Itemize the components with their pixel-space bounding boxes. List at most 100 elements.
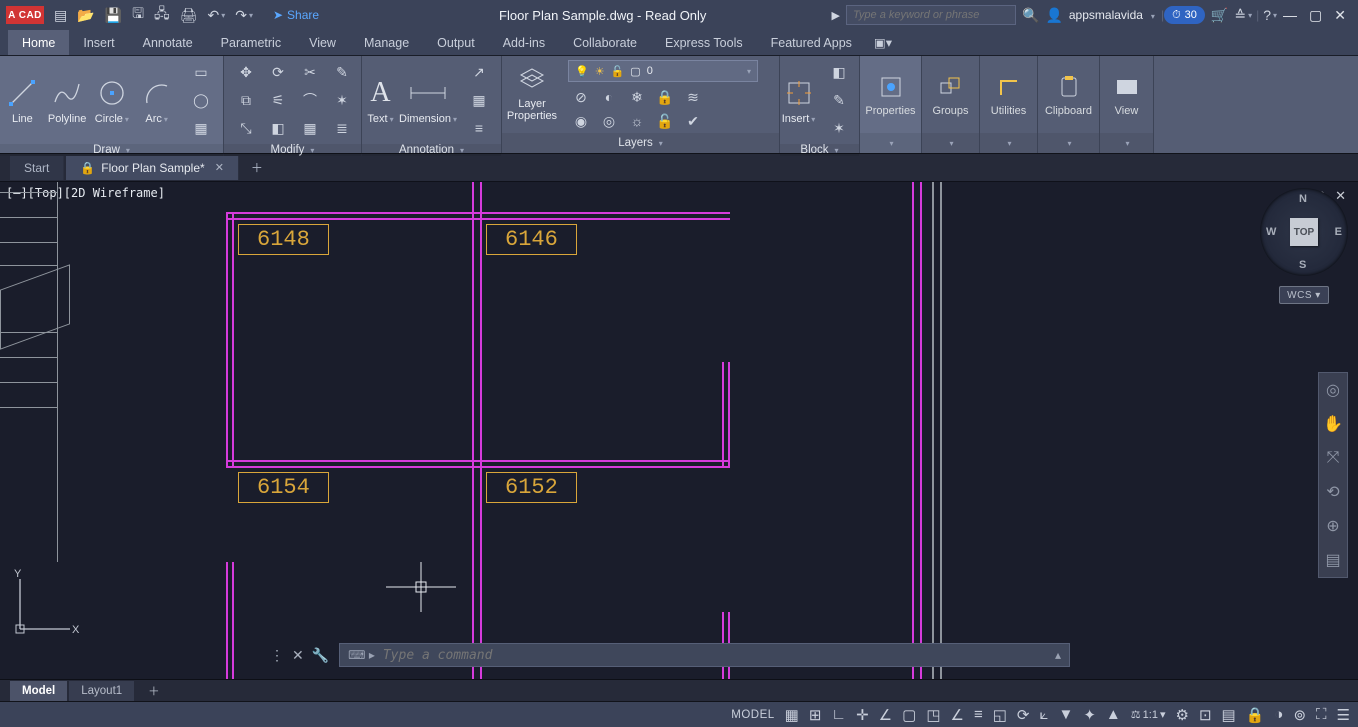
layiso-icon[interactable]: ◐ <box>596 86 622 108</box>
workspace-icon[interactable]: ⚙ <box>1175 706 1188 724</box>
tab-featured[interactable]: Featured Apps <box>757 30 866 55</box>
transparency-icon[interactable]: ◱ <box>993 706 1007 724</box>
laymch-icon[interactable]: ≋ <box>680 86 706 108</box>
lineweight-icon[interactable]: ≡ <box>974 706 983 723</box>
polyline-button[interactable]: Polyline <box>45 75 90 125</box>
viewcube-s[interactable]: S <box>1299 259 1306 271</box>
layulk-icon[interactable]: 🔓 <box>652 110 678 132</box>
cleanscreen-icon[interactable]: ⛶ <box>1316 706 1327 723</box>
ellipse-icon[interactable]: ◯ <box>187 88 215 112</box>
polar-toggle-icon[interactable]: ✛ <box>856 706 869 724</box>
app-menu-button[interactable]: A CAD <box>6 6 44 24</box>
help-search-input[interactable] <box>846 5 1016 25</box>
viewcube-face[interactable]: TOP <box>1290 218 1318 246</box>
layers-expand-icon[interactable] <box>657 137 663 149</box>
saveas-icon[interactable]: 🖫 <box>132 3 144 27</box>
isodraft-icon[interactable]: ∠ <box>879 706 892 724</box>
redo-icon[interactable]: ↷ <box>235 7 253 24</box>
viewcube[interactable]: N S E W TOP <box>1260 188 1348 276</box>
layuniso-icon[interactable]: ◎ <box>596 110 622 132</box>
share-button[interactable]: ➤ Share <box>273 8 319 22</box>
circle-button[interactable]: Circle <box>90 75 135 125</box>
model-space-toggle[interactable]: MODEL <box>731 709 774 721</box>
tab-addins[interactable]: Add-ins <box>489 30 559 55</box>
laycur-icon[interactable]: ✔ <box>680 110 706 132</box>
tab-manage[interactable]: Manage <box>350 30 423 55</box>
modify-expand-icon[interactable] <box>308 144 314 156</box>
panel-utilities[interactable]: Utilities <box>980 56 1038 153</box>
new-layout-button[interactable]: ＋ <box>136 681 172 701</box>
edit-block-icon[interactable]: ✎ <box>825 88 853 112</box>
viewcube-n[interactable]: N <box>1299 193 1307 205</box>
draw-expand-icon[interactable] <box>124 144 130 156</box>
orbit-icon[interactable]: ⟲ <box>1319 475 1347 509</box>
steering-wheel-icon[interactable]: ◎ <box>1319 373 1347 407</box>
tab-express[interactable]: Express Tools <box>651 30 757 55</box>
cmd-handle-icon[interactable]: ⋮ <box>270 647 284 664</box>
cmd-customize-icon[interactable]: 🔧 <box>312 647 329 664</box>
nav-options-icon[interactable]: ▤ <box>1319 543 1347 577</box>
rectangle-icon[interactable]: ▭ <box>187 60 215 84</box>
line-button[interactable]: Line <box>0 75 45 125</box>
explode-icon[interactable]: ✶ <box>328 88 356 112</box>
viewcube-w[interactable]: W <box>1266 226 1276 238</box>
lockui-icon[interactable]: 🔒 <box>1246 706 1265 724</box>
panel-properties[interactable]: Properties <box>860 56 922 153</box>
layoff-icon[interactable]: ⊘ <box>568 86 594 108</box>
showmotion-icon[interactable]: ⊕ <box>1319 509 1347 543</box>
laylck-icon[interactable]: 🔒 <box>652 86 678 108</box>
hatch-icon[interactable]: ▦ <box>187 116 215 140</box>
panel-view[interactable]: View <box>1100 56 1154 153</box>
properties-expand-icon[interactable] <box>887 137 893 149</box>
plot-icon[interactable]: 🖨 <box>180 7 198 24</box>
cmd-recent-icon[interactable]: ▴ <box>1055 648 1061 662</box>
canvas[interactable]: 6148 6146 6154 6152 <box>0 182 1358 679</box>
utilities-expand-icon[interactable] <box>1005 137 1011 149</box>
insert-block-button[interactable]: Insert <box>780 75 817 125</box>
layer-dropdown-icon[interactable] <box>745 65 751 77</box>
web-mobile-icon[interactable]: 🖧 <box>154 3 170 27</box>
tab-start[interactable]: Start <box>10 156 64 180</box>
otrack-icon[interactable]: ∠ <box>951 706 964 724</box>
wcs-selector[interactable]: WCS ▾ <box>1279 286 1329 304</box>
pan-icon[interactable]: ✋ <box>1319 407 1347 441</box>
minimize-button[interactable]: — <box>1283 7 1297 23</box>
tab-view[interactable]: View <box>295 30 350 55</box>
tab-floorplan[interactable]: 🔒 Floor Plan Sample* ✕ <box>66 156 239 180</box>
arc-button[interactable]: Arc <box>134 75 179 125</box>
rotate-icon[interactable]: ⟳ <box>264 60 292 84</box>
grid-toggle-icon[interactable]: ▦ <box>785 706 799 724</box>
text-button[interactable]: A Text <box>362 75 399 125</box>
units-icon[interactable]: ⊡ <box>1199 706 1212 724</box>
layon-icon[interactable]: ◉ <box>568 110 594 132</box>
array-icon[interactable]: ▦ <box>296 116 324 140</box>
save-icon[interactable]: 💾 <box>105 7 122 24</box>
osnap-toggle-icon[interactable]: ▢ <box>902 706 916 724</box>
zoom-extents-icon[interactable]: ⤧ <box>1319 441 1347 475</box>
trim-icon[interactable]: ✂ <box>296 60 324 84</box>
mirror-icon[interactable]: ⚟ <box>264 88 292 112</box>
search-icon[interactable]: 🔍 <box>1022 7 1039 24</box>
laythw-icon[interactable]: ☼ <box>624 110 650 132</box>
tab-insert[interactable]: Insert <box>69 30 128 55</box>
annomonitor-icon[interactable]: ▲ <box>1106 706 1121 723</box>
view-expand-icon[interactable] <box>1123 137 1129 149</box>
viewcube-e[interactable]: E <box>1335 226 1342 238</box>
annoscale-button[interactable]: ⚖ 1:1 ▾ <box>1131 708 1166 721</box>
scale-icon[interactable]: ◧ <box>264 116 292 140</box>
ribbon-options-button[interactable]: ▣▾ <box>866 30 900 55</box>
tab-model[interactable]: Model <box>10 681 67 701</box>
3dosnap-icon[interactable]: ◳ <box>926 706 940 724</box>
open-icon[interactable]: 📂 <box>77 7 94 24</box>
close-tab-button[interactable]: ✕ <box>215 161 224 174</box>
panel-groups[interactable]: Groups <box>922 56 980 153</box>
close-button[interactable]: ✕ <box>1334 7 1346 24</box>
dynucs-icon[interactable]: ⟀ <box>1039 706 1048 723</box>
groups-expand-icon[interactable] <box>947 137 953 149</box>
command-input[interactable] <box>383 648 1047 663</box>
layer-properties-button[interactable]: Layer Properties <box>502 60 562 122</box>
search-go-icon[interactable]: ▶ <box>832 9 840 22</box>
snap-toggle-icon[interactable]: ⊞ <box>809 706 822 724</box>
move-icon[interactable]: ✥ <box>232 60 260 84</box>
undo-icon[interactable]: ↶ <box>207 7 225 24</box>
